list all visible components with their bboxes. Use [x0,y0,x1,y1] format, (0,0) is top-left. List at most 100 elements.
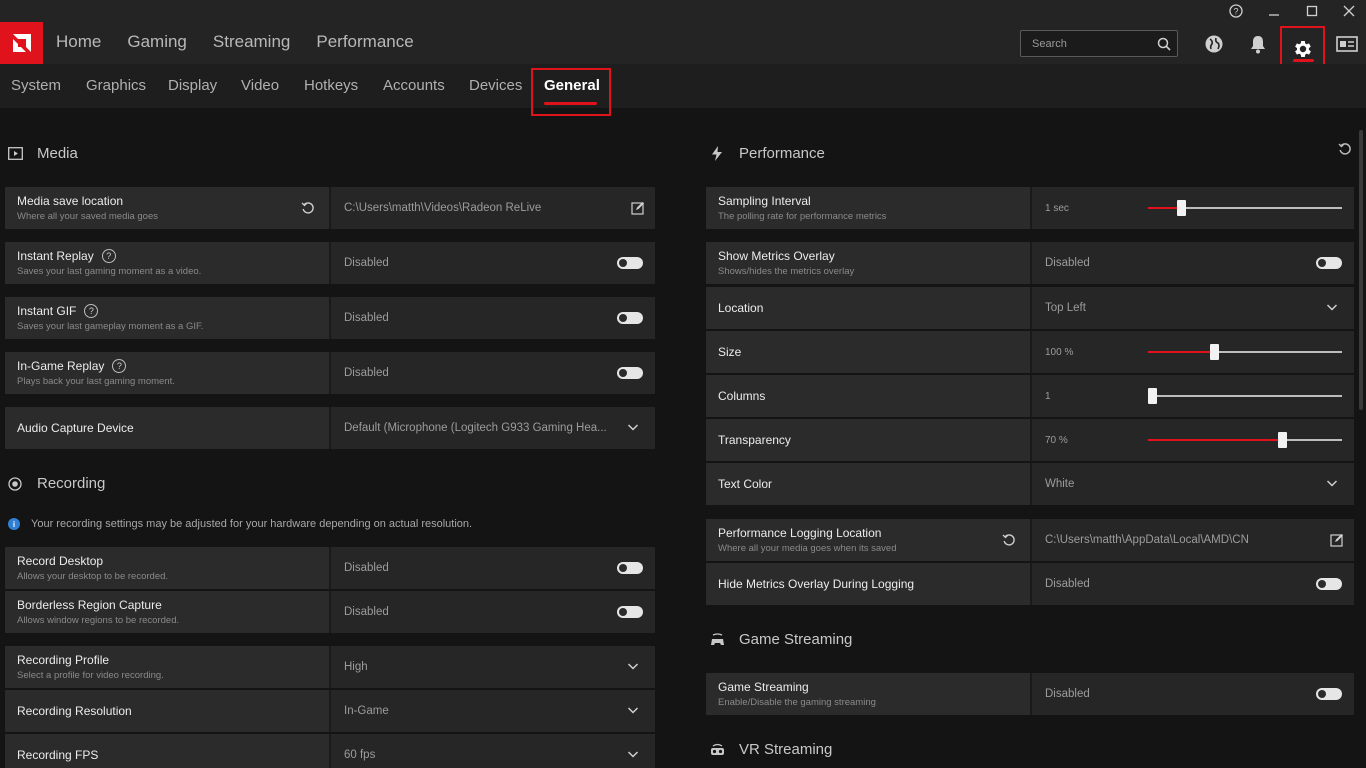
minimize-icon[interactable] [1263,2,1285,20]
reset-all-icon[interactable] [1338,142,1354,158]
tab-accounts[interactable]: Accounts [383,77,445,94]
slider-thumb[interactable] [1278,432,1287,448]
overlay-columns-row: Columns 1 [706,375,1354,417]
overlay-transparency-label: Transparency [718,433,791,447]
recording-info-text: Your recording settings may be adjusted … [31,518,473,530]
account-card-icon[interactable] [1335,32,1359,56]
overlay-transparency-slider[interactable] [1148,432,1342,448]
help-icon[interactable]: ? [1225,2,1247,20]
slider-thumb[interactable] [1148,388,1157,404]
help-icon[interactable]: ? [101,249,116,263]
media-save-location-row: Media save location Where all your saved… [5,187,655,229]
search-input[interactable]: Search [1020,30,1178,57]
hide-overlay-logging-toggle[interactable] [1316,578,1342,590]
slider-thumb[interactable] [1177,200,1186,216]
nav-streaming[interactable]: Streaming [213,32,290,52]
instant-gif-toggle[interactable] [617,312,643,324]
overlay-columns-label: Columns [718,389,766,403]
search-icon[interactable] [1151,37,1177,51]
edit-icon[interactable] [631,201,645,215]
maximize-icon[interactable] [1301,2,1323,20]
game-streaming-value-cell: Disabled [1032,673,1354,715]
overlay-size-value-cell: 100 % [1032,331,1354,373]
tab-hotkeys[interactable]: Hotkeys [304,77,358,94]
recording-fps-dropdown[interactable]: 60 fps [331,734,655,768]
help-icon[interactable]: ? [84,304,99,318]
overlay-location-label: Location [718,301,764,315]
recording-profile-row: Recording Profile Select a profile for v… [5,646,655,688]
record-icon [7,476,23,492]
overlay-size-slider[interactable] [1148,344,1342,360]
overlay-columns-slider[interactable] [1148,388,1342,404]
overlay-text-color-dropdown[interactable]: White [1032,463,1354,505]
bell-icon[interactable] [1246,32,1270,56]
tab-graphics[interactable]: Graphics [86,77,146,94]
amd-logo[interactable] [0,22,43,64]
media-save-location-value[interactable]: C:\Users\matth\Videos\Radeon ReLive [331,187,655,229]
section-vr-streaming: VR Streaming [709,741,832,758]
recording-profile-value: High [344,661,368,673]
main-nav: Home Gaming Streaming Performance [56,32,440,52]
sampling-interval-value: 1 sec [1045,202,1069,214]
scrollbar[interactable] [1359,130,1363,410]
borderless-capture-row: Borderless Region Capture Allows window … [5,591,655,633]
nav-gaming[interactable]: Gaming [127,32,187,52]
lightning-icon [709,146,725,162]
ingame-replay-toggle[interactable] [617,367,643,379]
show-metrics-overlay-label-cell: Show Metrics Overlay Shows/hides the met… [706,242,1032,284]
recording-profile-dropdown[interactable]: High [331,646,655,688]
tab-video[interactable]: Video [241,77,279,94]
chevron-down-icon [627,660,639,672]
reset-icon[interactable] [301,201,315,215]
info-icon: i [8,518,20,530]
audio-capture-row: Audio Capture Device Default (Microphone… [5,407,655,449]
sampling-interval-slider[interactable] [1148,200,1342,216]
show-metrics-overlay-sub: Shows/hides the metrics overlay [718,266,855,277]
svg-text:?: ? [1233,7,1238,17]
instant-replay-sub: Saves your last gaming moment as a video… [17,266,202,277]
borderless-capture-toggle[interactable] [617,606,643,618]
globe-icon[interactable] [1202,32,1226,56]
close-icon[interactable] [1338,2,1360,20]
nav-home[interactable]: Home [56,32,101,52]
instant-replay-row: Instant Replay? Saves your last gaming m… [5,242,655,284]
help-icon[interactable]: ? [112,359,127,373]
tab-devices[interactable]: Devices [469,77,522,94]
hide-overlay-logging-label-cell: Hide Metrics Overlay During Logging [706,563,1032,605]
edit-icon[interactable] [1330,533,1344,547]
section-media: Media [7,145,78,162]
tab-display[interactable]: Display [168,77,217,94]
instant-gif-value: Disabled [344,312,389,324]
recording-resolution-label: Recording Resolution [17,704,132,718]
game-streaming-label: Game Streaming [718,680,809,694]
recording-fps-row: Recording FPS 60 fps [5,734,655,768]
reset-icon[interactable] [1002,533,1016,547]
section-performance: Performance [709,145,825,162]
overlay-size-label-cell: Size [706,331,1032,373]
record-desktop-toggle[interactable] [617,562,643,574]
overlay-location-dropdown[interactable]: Top Left [1032,287,1354,329]
slider-thumb[interactable] [1210,344,1219,360]
game-streaming-toggle[interactable] [1316,688,1342,700]
ingame-replay-label: In-Game Replay [17,359,105,373]
sampling-interval-value-cell: 1 sec [1032,187,1354,229]
nav-performance[interactable]: Performance [316,32,413,52]
tab-system[interactable]: System [11,77,61,94]
sampling-interval-sub: The polling rate for performance metrics [718,211,887,222]
recording-resolution-dropdown[interactable]: In-Game [331,690,655,732]
logging-location-value-cell[interactable]: C:\Users\matth\AppData\Local\AMD\CN [1032,519,1354,561]
overlay-text-color-label: Text Color [718,477,773,491]
overlay-text-color-value: White [1045,478,1075,490]
ingame-replay-value-cell: Disabled [331,352,655,394]
audio-capture-dropdown[interactable]: Default (Microphone (Logitech G933 Gamin… [331,407,655,449]
game-streaming-sub: Enable/Disable the gaming streaming [718,697,876,708]
section-vr-streaming-title: VR Streaming [739,741,833,758]
show-metrics-overlay-toggle[interactable] [1316,257,1342,269]
slider-fill [1148,439,1282,441]
overlay-location-row: Location Top Left [706,287,1354,329]
search-placeholder: Search [1032,37,1067,50]
logging-location-sub: Where all your media goes when its saved [718,543,897,554]
sampling-interval-label-cell: Sampling Interval The polling rate for p… [706,187,1032,229]
instant-replay-toggle[interactable] [617,257,643,269]
overlay-transparency-value-cell: 70 % [1032,419,1354,461]
